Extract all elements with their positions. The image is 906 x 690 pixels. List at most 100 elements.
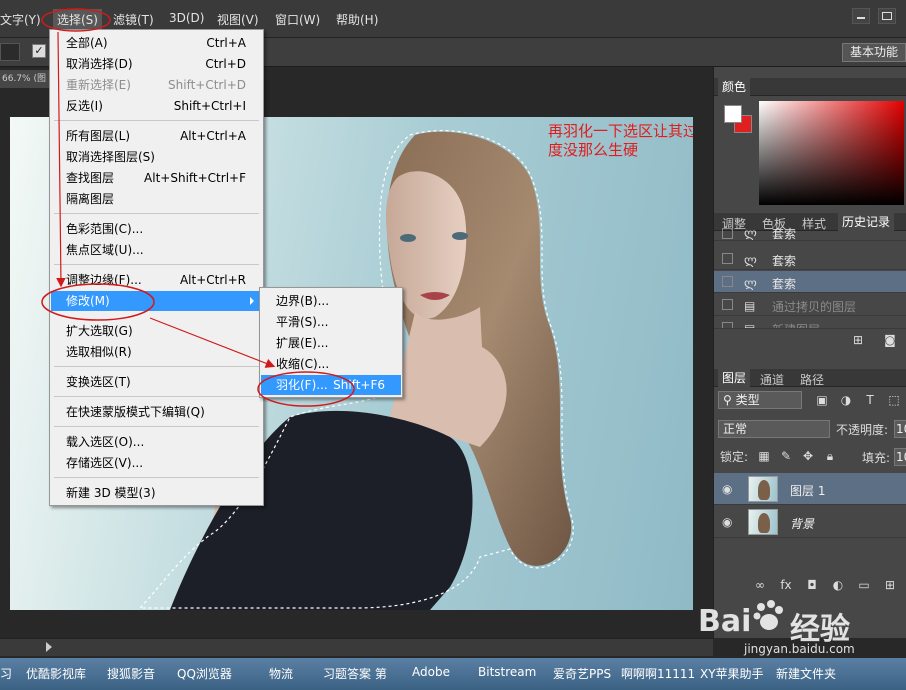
history-item[interactable]: ლ 套索 xyxy=(714,226,906,241)
blend-mode-select[interactable]: 正常 xyxy=(718,420,830,438)
camera-icon[interactable]: ◙ xyxy=(882,333,898,347)
submenu-item-expand[interactable]: 扩展(E)... xyxy=(261,333,401,353)
submenu-item-smooth[interactable]: 平滑(S)... xyxy=(261,312,401,332)
menu-separator xyxy=(54,120,259,121)
checkbox-icon[interactable]: ✓ xyxy=(32,44,46,58)
lock-move-icon[interactable]: ✥ xyxy=(800,449,816,463)
menu-item-transform-selection[interactable]: 变换选区(T) xyxy=(51,372,262,392)
taskbar-item[interactable]: 搜狐影音 xyxy=(107,665,155,682)
eye-icon[interactable]: ◉ xyxy=(722,515,736,529)
menu-item-deselect-layers[interactable]: 取消选择图层(S) xyxy=(51,147,262,167)
menu-3d[interactable]: 3D(D) xyxy=(169,11,204,25)
menu-item-similar[interactable]: 选取相似(R) xyxy=(51,342,262,362)
paw-icon xyxy=(753,600,783,630)
color-panel-tabs: 颜色 xyxy=(714,78,906,96)
menu-item-deselect[interactable]: 取消选择(D) Ctrl+D xyxy=(51,54,262,74)
layer-row[interactable]: ◉ 图层 1 xyxy=(714,473,906,505)
layer-name: 图层 1 xyxy=(790,484,826,498)
taskbar-item[interactable]: Adobe xyxy=(412,665,450,679)
annotation-text: 再羽化一下选区让其过度没那么生硬 xyxy=(548,122,693,159)
layer-thumbnail xyxy=(748,476,778,502)
layer-row[interactable]: ◉ 背景 xyxy=(714,506,906,538)
play-icon[interactable] xyxy=(46,642,52,652)
type-filter-icon[interactable]: T xyxy=(862,393,878,407)
taskbar-item[interactable]: 优酷影视库 xyxy=(26,665,86,682)
shape-filter-icon[interactable]: ⬚ xyxy=(886,393,902,407)
menu-select[interactable]: 选择(S) xyxy=(53,9,102,30)
history-item[interactable]: ლ 套索 xyxy=(714,271,906,293)
menu-item-modify[interactable]: 修改(M) xyxy=(51,291,262,311)
menu-item-load-selection[interactable]: 载入选区(O)... xyxy=(51,432,262,452)
history-item[interactable]: ლ 套索 xyxy=(714,248,906,270)
image-filter-icon[interactable]: ▣ xyxy=(814,393,830,407)
adjustment-filter-icon[interactable]: ◑ xyxy=(838,393,854,407)
lock-icon[interactable]: 🔒︎ xyxy=(822,449,838,463)
tab-layers[interactable]: 图层 xyxy=(718,369,751,387)
workspace-button[interactable]: 基本功能 xyxy=(842,43,906,62)
layers-panel-tabs: 图层 通道 路径 xyxy=(714,369,906,387)
checkbox-icon[interactable] xyxy=(722,228,733,239)
menu-item-save-selection[interactable]: 存储选区(V)... xyxy=(51,453,262,473)
layer-thumbnail xyxy=(748,509,778,535)
menu-filter[interactable]: 滤镜(T) xyxy=(113,11,154,28)
taskbar-item[interactable]: 啊啊啊11111 xyxy=(621,665,695,682)
color-spectrum[interactable] xyxy=(759,101,904,205)
taskbar-item[interactable]: 物流 xyxy=(269,665,293,682)
checkbox-icon[interactable] xyxy=(722,253,733,264)
taskbar: 习 优酷影视库 搜狐影音 QQ浏览器 物流 习题答案 第 Adobe Bitst… xyxy=(0,658,906,690)
history-item[interactable]: ▤ 新建图层 xyxy=(714,317,906,329)
menu-separator xyxy=(54,477,259,478)
history-item[interactable]: ▤ 通过拷贝的图层 xyxy=(714,294,906,316)
menu-item-select-all[interactable]: 全部(A) Ctrl+A xyxy=(51,33,262,53)
menu-item-refine-edge[interactable]: 调整边缘(F)... Alt+Ctrl+R xyxy=(51,270,262,290)
fill-field[interactable]: 10 xyxy=(894,448,906,466)
menu-item-focus-area[interactable]: 焦点区域(U)... xyxy=(51,240,262,260)
foreground-swatch[interactable] xyxy=(724,105,742,123)
taskbar-item[interactable]: 习 xyxy=(0,665,12,682)
lasso-icon: ლ xyxy=(744,226,757,240)
checkbox-icon[interactable] xyxy=(722,322,733,328)
tab-color[interactable]: 颜色 xyxy=(718,78,751,96)
menu-help[interactable]: 帮助(H) xyxy=(336,11,378,28)
menu-type[interactable]: 文字(Y) xyxy=(0,11,41,28)
taskbar-item[interactable]: 爱奇艺PPS xyxy=(553,665,611,682)
taskbar-item[interactable]: XY苹果助手 xyxy=(700,665,764,682)
lasso-icon: ლ xyxy=(744,253,757,267)
document-icon: ▤ xyxy=(744,322,756,329)
layer-name: 背景 xyxy=(790,517,815,531)
menu-view[interactable]: 视图(V) xyxy=(217,11,259,28)
tab-paths[interactable]: 路径 xyxy=(800,371,824,388)
taskbar-item[interactable]: 新建文件夹 xyxy=(776,665,836,682)
checkbox-icon[interactable] xyxy=(722,276,733,287)
menu-item-inverse[interactable]: 反选(I) Shift+Ctrl+I xyxy=(51,96,262,116)
taskbar-item[interactable]: Bitstream xyxy=(478,665,536,679)
fill-label: 填充: xyxy=(862,451,891,465)
modify-submenu: 边界(B)... 平滑(S)... 扩展(E)... 收缩(C)... 羽化(F… xyxy=(259,287,403,398)
menu-item-isolate-layers[interactable]: 隔离图层 xyxy=(51,189,262,209)
opacity-field[interactable]: 10 xyxy=(894,420,906,438)
menu-item-quick-mask[interactable]: 在快速蒙版模式下编辑(Q) xyxy=(51,402,262,422)
menu-item-grow[interactable]: 扩大选取(G) xyxy=(51,321,262,341)
minimize-icon[interactable] xyxy=(852,8,870,24)
maximize-icon[interactable] xyxy=(878,8,896,24)
menu-item-all-layers[interactable]: 所有图层(L) Alt+Ctrl+A xyxy=(51,126,262,146)
menu-item-color-range[interactable]: 色彩范围(C)... xyxy=(51,219,262,239)
submenu-item-border[interactable]: 边界(B)... xyxy=(261,291,401,311)
menu-separator xyxy=(54,396,259,397)
taskbar-item[interactable]: QQ浏览器 xyxy=(177,665,232,682)
submenu-item-contract[interactable]: 收缩(C)... xyxy=(261,354,401,374)
menu-separator xyxy=(54,213,259,214)
tab-channels[interactable]: 通道 xyxy=(760,371,784,388)
layer-filter-select[interactable]: ⚲ 类型 xyxy=(718,391,802,409)
eye-icon[interactable]: ◉ xyxy=(722,482,736,496)
checkbox-icon[interactable] xyxy=(722,299,733,310)
menu-window[interactable]: 窗口(W) xyxy=(275,11,320,28)
taskbar-item[interactable]: 习题答案 第 xyxy=(323,665,387,682)
submenu-item-feather[interactable]: 羽化(F)... Shift+F6 xyxy=(261,375,401,395)
menu-item-find-layers[interactable]: 查找图层 Alt+Shift+Ctrl+F xyxy=(51,168,262,188)
lock-brush-icon[interactable]: ✎ xyxy=(778,449,794,463)
menu-item-new-3d-model[interactable]: 新建 3D 模型(3) xyxy=(51,483,262,503)
lock-transparent-icon[interactable]: ▦ xyxy=(756,449,772,463)
tool-preset-picker[interactable] xyxy=(0,43,20,61)
new-snapshot-icon[interactable]: ⊞ xyxy=(850,333,866,347)
